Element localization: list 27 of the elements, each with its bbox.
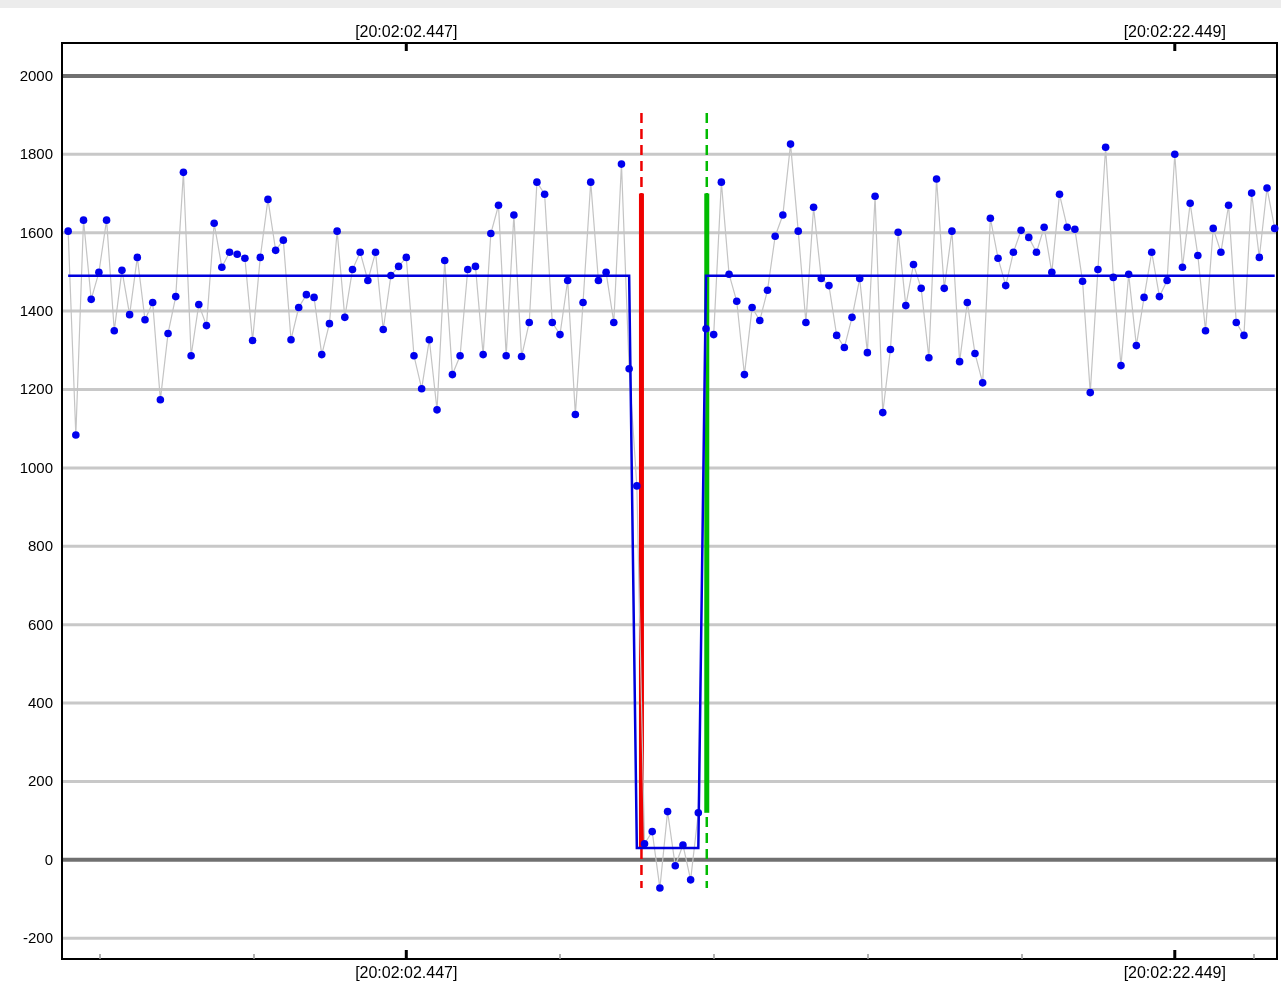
time-label: [20:02:22.449] (1123, 964, 1226, 981)
axis-label: 1600 (19, 223, 53, 241)
axis-label: 0 (44, 850, 53, 868)
time-label: [20:02:02.447] (355, 964, 458, 981)
axis-label: -200 (22, 929, 53, 947)
tick-mark (1173, 950, 1177, 959)
axis-label: 600 (27, 615, 53, 633)
time-label: [20:02:02.447] (355, 23, 458, 40)
tick-mark (99, 953, 101, 960)
tick-mark (713, 953, 715, 960)
tick-mark (1173, 43, 1177, 51)
tick-mark (404, 43, 408, 51)
axis-label: 1000 (19, 458, 53, 476)
time-label: [20:02:22.449] (1123, 23, 1226, 40)
tick-mark (867, 953, 869, 960)
tick-mark (253, 953, 255, 960)
axis-label: 2000 (19, 66, 53, 84)
tick-mark (1021, 953, 1023, 960)
tick-mark (1253, 953, 1255, 960)
axis-label: 200 (27, 772, 53, 790)
axis-label: 1200 (19, 380, 53, 398)
axis-label: 400 (27, 694, 53, 712)
axis-label: 1800 (19, 145, 53, 163)
axis-label: 800 (27, 537, 53, 555)
axis-label: 1400 (19, 302, 53, 320)
tick-mark (404, 950, 408, 959)
tick-mark (559, 953, 561, 960)
